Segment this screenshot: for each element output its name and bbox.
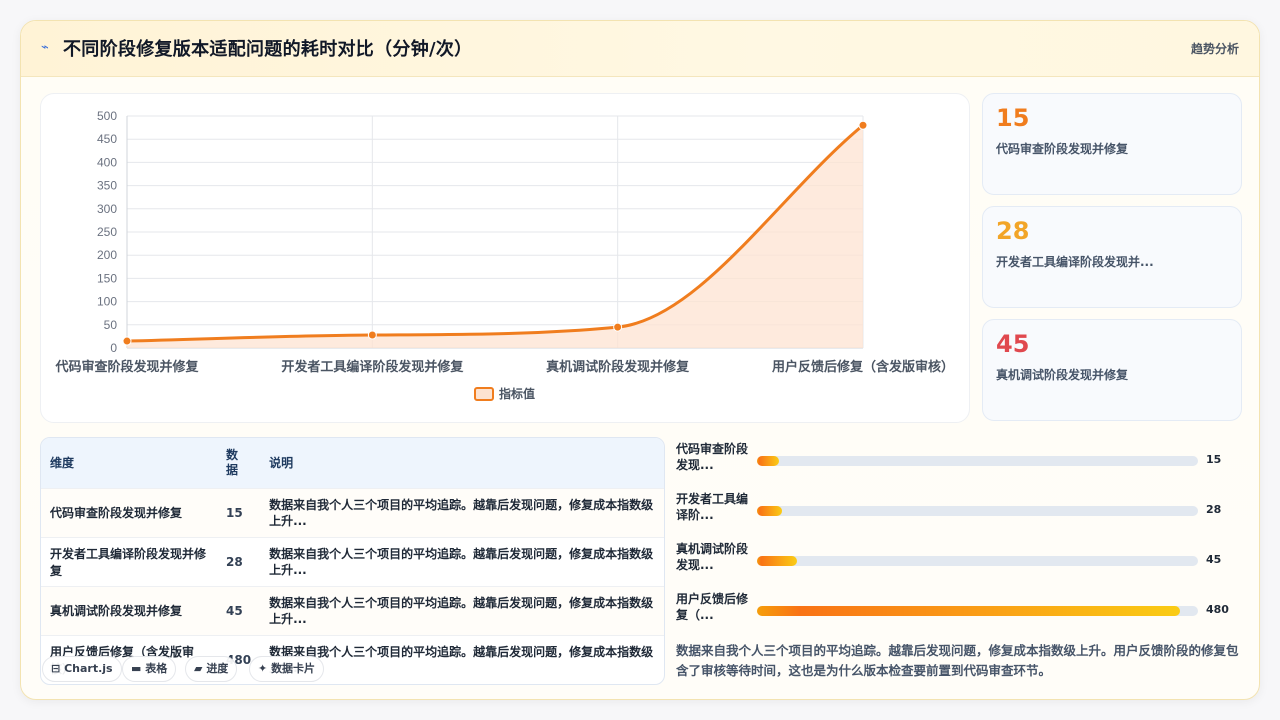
progress-track — [757, 556, 1198, 566]
line-chart-card: 0 50 100 150 200 250 300 350 400 450 500 代码审查阶段发现并修… — [40, 93, 970, 423]
progress-row: 开发者工具编译阶... 28 — [676, 491, 1246, 531]
progress-value: 480 — [1206, 603, 1229, 616]
data-point — [367, 330, 377, 340]
kpi-value: 45 — [996, 330, 1030, 358]
kpi-label: 代码审查阶段发现并修复 — [996, 142, 1129, 156]
trend-analysis-tag[interactable]: 趋势分析 — [1191, 40, 1239, 57]
data-table: 维度 数据 说明 代码审查阶段发现并修复 15 数据来自我个人三个项目的平均追踪… — [41, 438, 664, 684]
progress-label: 用户反馈后修复（... — [676, 592, 749, 622]
header-bar: ⌁ 不同阶段修复版本适配问题的耗时对比（分钟/次） 趋势分析 — [21, 21, 1259, 77]
data-point — [122, 336, 132, 346]
sparkle-icon: ✦ — [258, 662, 268, 675]
kpi-label: 真机调试阶段发现并修复 — [996, 368, 1129, 382]
y-tick-label: 250 — [97, 225, 117, 239]
x-tick-label: 真机调试阶段发现并修复 — [546, 359, 690, 375]
y-tick-label: 450 — [97, 132, 117, 146]
kpi-card-3: 45 真机调试阶段发现并修复 — [982, 319, 1242, 421]
column-header-description: 说明 — [269, 456, 294, 471]
y-tick-label: 400 — [97, 155, 117, 169]
y-tick-label: 0 — [110, 341, 117, 355]
kpi-card-1: 15 代码审查阶段发现并修复 — [982, 93, 1242, 195]
cell-dimension: 真机调试阶段发现并修复 — [41, 585, 217, 635]
table-row: 开发者工具编译阶段发现并修复 28 数据来自我个人三个项目的平均追踪。越靠后发现… — [41, 536, 664, 586]
legend-label: 指标值 — [499, 386, 535, 401]
progress-fill — [757, 606, 1181, 616]
cell-value: 28 — [217, 536, 261, 586]
progress-fill — [757, 456, 780, 466]
y-tick-label: 300 — [97, 202, 117, 216]
progress-value: 28 — [1206, 503, 1222, 516]
cell-description: 数据来自我个人三个项目的平均追踪。越靠后发现问题，修复成本指数级上升... — [260, 536, 664, 586]
cell-description: 数据来自我个人三个项目的平均追踪。越靠后发现问题，修复成本指数级上升... — [260, 585, 664, 635]
table-row: 代码审查阶段发现并修复 15 数据来自我个人三个项目的平均追踪。越靠后发现问题，… — [41, 487, 664, 537]
x-tick-label: 代码审查阶段发现并修复 — [54, 359, 199, 375]
cell-dimension: 代码审查阶段发现并修复 — [41, 487, 217, 537]
dashboard-panel: ⌁ 不同阶段修复版本适配问题的耗时对比（分钟/次） 趋势分析 0 50 100 150… — [20, 20, 1260, 700]
tab-chartjs[interactable]: ⊟ Chart.js — [42, 656, 122, 682]
progress-fill — [757, 556, 797, 566]
page-title: 不同阶段修复版本适配问题的耗时对比（分钟/次） — [63, 39, 473, 60]
progress-label: 真机调试阶段发现... — [676, 542, 749, 572]
x-tick-label: 开发者工具编译阶段发现并修复 — [281, 359, 464, 375]
progress-row: 真机调试阶段发现... 45 — [676, 541, 1246, 581]
tab-progress[interactable]: ▰ 进度 — [185, 656, 238, 682]
table-header-row: 维度 数据 说明 — [41, 438, 664, 488]
kpi-card-2: 28 开发者工具编译阶段发现并... — [982, 206, 1242, 308]
tab-data-cards[interactable]: ✦ 数据卡片 — [249, 656, 325, 682]
data-table-card: 维度 数据 说明 代码审查阶段发现并修复 15 数据来自我个人三个项目的平均追踪… — [40, 437, 665, 685]
progress-track — [757, 506, 1198, 516]
x-tick-label: 用户反馈后修复（含发版审核） — [771, 359, 954, 375]
progress-value: 45 — [1206, 553, 1222, 566]
progress-value: 15 — [1206, 453, 1222, 466]
progress-track — [757, 456, 1198, 466]
cell-description: 数据来自我个人三个项目的平均追踪。越靠后发现问题，修复成本指数级上升... — [260, 487, 664, 537]
chart-icon: ⊟ — [51, 662, 61, 675]
tab-table[interactable]: ▬ 表格 — [122, 656, 177, 682]
cell-value: 45 — [217, 585, 261, 635]
kpi-value: 15 — [996, 104, 1030, 132]
progress-icon: ▰ — [194, 662, 203, 675]
progress-row: 代码审查阶段发现... 15 — [676, 441, 1246, 481]
table-row: 真机调试阶段发现并修复 45 数据来自我个人三个项目的平均追踪。越靠后发现问题，… — [41, 585, 664, 635]
y-tick-label: 100 — [97, 295, 117, 309]
footnote-text: 数据来自我个人三个项目的平均追踪。越靠后发现问题，修复成本指数级上升。用户反馈阶… — [676, 643, 1239, 678]
y-tick-label: 500 — [97, 109, 117, 123]
y-tick-label: 150 — [97, 271, 117, 285]
progress-track — [757, 606, 1198, 616]
data-point — [613, 322, 623, 332]
column-header-data: 数据 — [226, 447, 239, 477]
progress-label: 开发者工具编译阶... — [676, 492, 749, 522]
table-icon: ▬ — [131, 662, 142, 675]
column-header-dimension: 维度 — [50, 456, 75, 471]
progress-fill — [757, 506, 782, 516]
line-chart: 0 50 100 150 200 250 300 350 400 450 500 代码审查阶段发现并修… — [54, 109, 954, 401]
progress-label: 代码审查阶段发现... — [676, 442, 749, 472]
y-tick-label: 50 — [104, 318, 118, 332]
progress-row: 用户反馈后修复（... 480 — [676, 591, 1246, 631]
y-tick-label: 350 — [97, 179, 117, 193]
data-point — [858, 120, 868, 130]
kpi-value: 28 — [996, 217, 1030, 245]
y-tick-label: 200 — [97, 248, 117, 262]
legend-swatch — [474, 387, 494, 401]
pulse-icon: ⌁ — [41, 40, 49, 55]
cell-value: 15 — [217, 487, 261, 537]
kpi-label: 开发者工具编译阶段发现并... — [996, 255, 1154, 269]
cell-dimension: 开发者工具编译阶段发现并修复 — [41, 536, 217, 586]
